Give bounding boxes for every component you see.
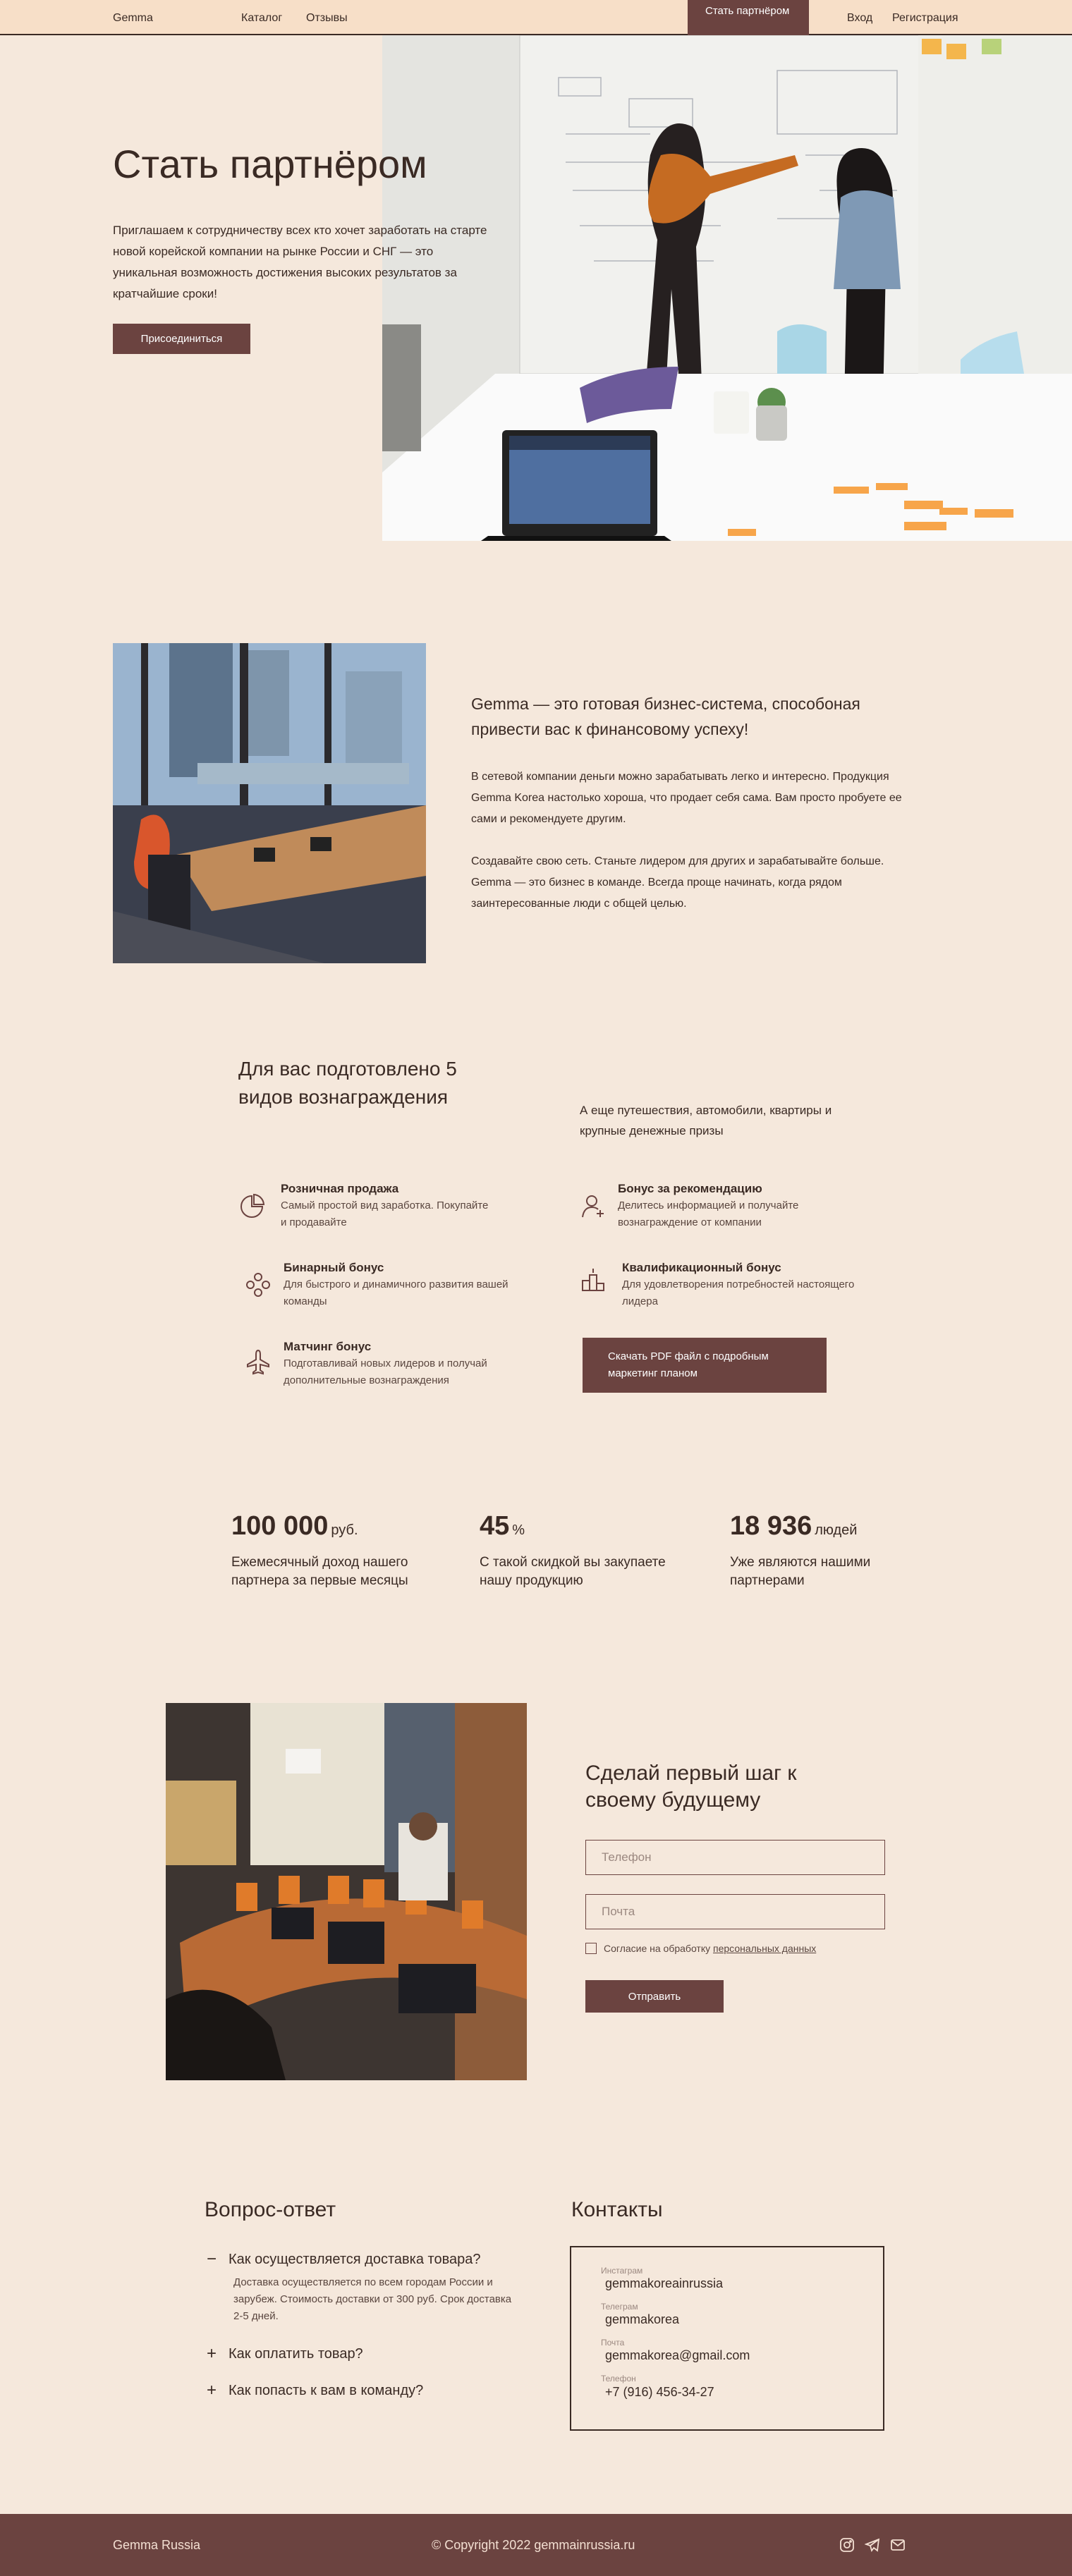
plus-icon: + bbox=[206, 2381, 217, 2400]
stat-discount-caption: С такой скидкой вы закупаете нашу продук… bbox=[480, 1555, 666, 1588]
email-input[interactable] bbox=[585, 1894, 885, 1929]
form-title: Сделай первый шаг к своему будущему bbox=[585, 1762, 797, 1812]
minus-icon: − bbox=[206, 2250, 217, 2269]
contact-telegram[interactable]: gemmakorea bbox=[605, 2312, 679, 2327]
register-link[interactable]: Регистрация bbox=[892, 12, 958, 25]
about-paragraph-2: Создавайте свою сеть. Станьте лидером дл… bbox=[471, 855, 884, 910]
nav-link-reviews[interactable]: Отзывы bbox=[306, 12, 348, 25]
reward-desc: Для быстрого и динамичного развития ваше… bbox=[284, 1278, 508, 1307]
reward-title: Розничная продажа bbox=[281, 1182, 399, 1195]
podium-icon bbox=[582, 1269, 604, 1291]
join-button[interactable]: Присоединиться bbox=[113, 324, 250, 354]
logo[interactable]: Gemma bbox=[113, 12, 153, 25]
login-link[interactable]: Вход bbox=[847, 12, 872, 25]
reward-desc: Для удовлетворения потребностей настояще… bbox=[622, 1278, 855, 1307]
reward-title: Матчинг бонус bbox=[284, 1340, 372, 1353]
footer-copyright: © Copyright 2022 gemmainrussia.ru bbox=[432, 2538, 635, 2552]
phone-input[interactable] bbox=[585, 1840, 885, 1875]
reward-matching: Матчинг бонус Подготавливай новых лидеро… bbox=[284, 1338, 537, 1389]
faq-question-delivery[interactable]: − Как осуществляется доставка товара? bbox=[206, 2250, 480, 2269]
reward-title: Бинарный бонус bbox=[284, 1261, 384, 1274]
contact-instagram[interactable]: gemmakoreainrussia bbox=[605, 2276, 723, 2291]
reward-desc: Подготавливай новых лидеров и получай до… bbox=[284, 1357, 487, 1386]
user-add-icon bbox=[582, 1195, 604, 1218]
reward-desc: Самый простой вид заработка. Покупайте и… bbox=[281, 1200, 489, 1228]
hero-text: Приглашаем к сотрудничеству всех кто хоч… bbox=[113, 224, 487, 300]
reward-binary: Бинарный бонус Для быстрого и динамичног… bbox=[284, 1259, 516, 1310]
airplane-icon bbox=[247, 1349, 269, 1375]
contact-label: Телеграм bbox=[601, 2302, 638, 2312]
contact-email[interactable]: gemmakorea@gmail.com bbox=[605, 2348, 750, 2363]
about-lead: Gemma — это готовая бизнес-система, спос… bbox=[471, 695, 860, 738]
contact-label: Почта bbox=[601, 2338, 625, 2348]
personal-data-link[interactable]: персональных данных bbox=[713, 1943, 816, 1954]
footer-brand: Gemma Russia bbox=[113, 2538, 201, 2552]
footer: Gemma Russia © Copyright 2022 gemmainrus… bbox=[0, 2514, 1072, 2576]
contact-label: Инстаграм bbox=[601, 2266, 643, 2276]
contacts-title: Контакты bbox=[571, 2198, 663, 2221]
submit-button[interactable]: Отправить bbox=[585, 1980, 724, 2013]
rewards-note: А еще путешествия, автомобили, квартиры … bbox=[580, 1104, 832, 1137]
consent-row: Согласие на обработку персональных данны… bbox=[585, 1943, 816, 1954]
reward-referral: Бонус за рекомендацию Делитесь информаци… bbox=[618, 1180, 851, 1231]
about-paragraph-1: В сетевой компании деньги можно зарабаты… bbox=[471, 771, 902, 825]
faq-question-payment[interactable]: + Как оплатить товар? bbox=[206, 2344, 363, 2364]
faq-title: Вопрос-ответ bbox=[205, 2198, 336, 2221]
hero-title: Стать партнёром bbox=[113, 142, 427, 186]
rewards-title: Для вас подготовлено 5 видов вознагражде… bbox=[238, 1058, 457, 1108]
faq-answer-delivery: Доставка осуществляется по всем городам … bbox=[233, 2276, 512, 2322]
reward-qualification: Квалификационный бонус Для удовлетворени… bbox=[622, 1259, 855, 1310]
pie-chart-icon bbox=[240, 1193, 265, 1218]
download-pdf-button[interactable]: Скачать PDF файл с подробным маркетинг п… bbox=[583, 1338, 827, 1393]
contact-phone[interactable]: +7 (916) 456-34-27 bbox=[605, 2385, 714, 2400]
office-photo bbox=[113, 643, 426, 963]
stat-partners-caption: Уже являются нашими партнерами bbox=[730, 1555, 871, 1588]
nav-link-catalog[interactable]: Каталог bbox=[241, 12, 282, 25]
become-partner-nav-button[interactable]: Стать партнёром bbox=[688, 0, 809, 35]
stat-income-value: 100 000 руб. bbox=[231, 1511, 358, 1541]
plus-icon: + bbox=[206, 2344, 217, 2363]
reward-retail: Розничная продажа Самый простой вид зара… bbox=[281, 1180, 492, 1231]
mail-icon[interactable] bbox=[890, 2537, 906, 2553]
telegram-icon[interactable] bbox=[865, 2537, 880, 2553]
meeting-photo bbox=[166, 1703, 527, 2080]
stat-partners-value: 18 936 людей bbox=[730, 1511, 858, 1541]
stat-income-caption: Ежемесячный доход нашего партнера за пер… bbox=[231, 1555, 408, 1588]
instagram-icon[interactable] bbox=[839, 2537, 855, 2553]
consent-checkbox[interactable] bbox=[585, 1943, 597, 1954]
contacts-box: Инстаграм gemmakoreainrussia Телеграм ge… bbox=[570, 2246, 884, 2431]
reward-desc: Делитесь информацией и получайте вознагр… bbox=[618, 1200, 799, 1228]
reward-title: Бонус за рекомендацию bbox=[618, 1182, 762, 1195]
faq-question-team[interactable]: + Как попасть к вам в команду? bbox=[206, 2381, 423, 2400]
contact-label: Телефон bbox=[601, 2374, 636, 2383]
team-icon bbox=[246, 1273, 270, 1297]
stat-discount-value: 45% bbox=[480, 1511, 525, 1541]
top-navigation: Gemma Каталог Отзывы Стать партнёром Вхо… bbox=[0, 0, 1072, 35]
footer-social bbox=[839, 2537, 906, 2553]
reward-title: Квалификационный бонус bbox=[622, 1261, 781, 1274]
